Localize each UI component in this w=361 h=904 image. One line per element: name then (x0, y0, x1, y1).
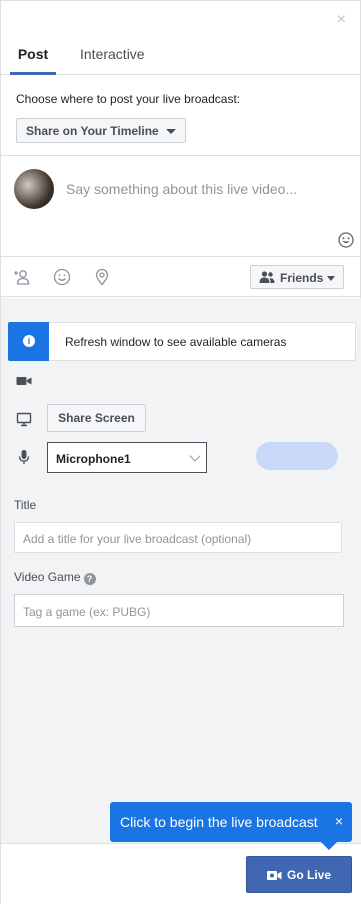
caret-down-icon (166, 129, 176, 134)
compose-input[interactable]: Say something about this live video... (66, 181, 297, 197)
avatar (14, 169, 54, 209)
video-game-label: Video Game? (14, 570, 96, 585)
microphone-icon (18, 450, 30, 464)
video-camera-icon (16, 377, 32, 385)
close-icon[interactable]: × (337, 12, 346, 28)
go-live-button[interactable]: Go Live (246, 856, 352, 893)
camera-icon (267, 871, 282, 880)
tag-people-icon[interactable] (13, 268, 31, 286)
camera-notice-text: Refresh window to see available cameras (65, 335, 287, 349)
microphone-select[interactable]: Microphone1 (47, 442, 207, 473)
share-screen-button[interactable]: Share Screen (47, 404, 146, 432)
audience-label: Friends (280, 271, 324, 285)
smiley-icon[interactable] (53, 268, 71, 286)
tooltip-close-icon[interactable]: × (335, 813, 343, 829)
chevron-down-icon (189, 450, 201, 462)
footer-bar: Go Live (1, 843, 361, 904)
friends-icon (259, 271, 275, 283)
post-destination-dropdown[interactable]: Share on Your Timeline (16, 118, 186, 143)
tooltip-text: Click to begin the live broadcast (120, 814, 318, 830)
info-icon-box: i (8, 322, 49, 361)
go-live-tooltip: Click to begin the live broadcast × (110, 802, 352, 850)
video-game-input[interactable]: Tag a game (ex: PUBG) (14, 594, 344, 627)
title-input[interactable]: Add a title for your live broadcast (opt… (14, 522, 342, 553)
post-destination-value: Share on Your Timeline (26, 124, 159, 138)
go-live-label: Go Live (287, 868, 332, 882)
composer-actions: Friends (1, 257, 361, 297)
question-icon[interactable]: ? (83, 573, 96, 585)
tab-post[interactable]: Post (10, 43, 56, 75)
compose-area: Say something about this live video... (1, 155, 361, 257)
camera-notice: i Refresh window to see available camera… (8, 322, 356, 361)
audience-selector[interactable]: Friends (250, 265, 344, 289)
live-broadcast-panel: × Post Interactive Choose where to post … (0, 0, 361, 904)
location-pin-icon[interactable] (93, 268, 111, 286)
info-icon: i (23, 335, 35, 347)
title-label: Title (14, 498, 37, 512)
monitor-icon (16, 412, 32, 427)
microphone-level-meter (256, 442, 338, 470)
caret-down-icon (327, 276, 335, 281)
microphone-value: Microphone1 (56, 452, 131, 466)
emoji-icon[interactable] (338, 232, 354, 248)
tab-bar: Post Interactive (1, 43, 361, 75)
tooltip-arrow (321, 842, 337, 850)
post-destination-label: Choose where to post your live broadcast… (16, 92, 241, 106)
live-settings: i Refresh window to see available camera… (1, 298, 361, 843)
video-game-label-text: Video Game (14, 570, 81, 584)
tab-interactive[interactable]: Interactive (80, 43, 145, 75)
